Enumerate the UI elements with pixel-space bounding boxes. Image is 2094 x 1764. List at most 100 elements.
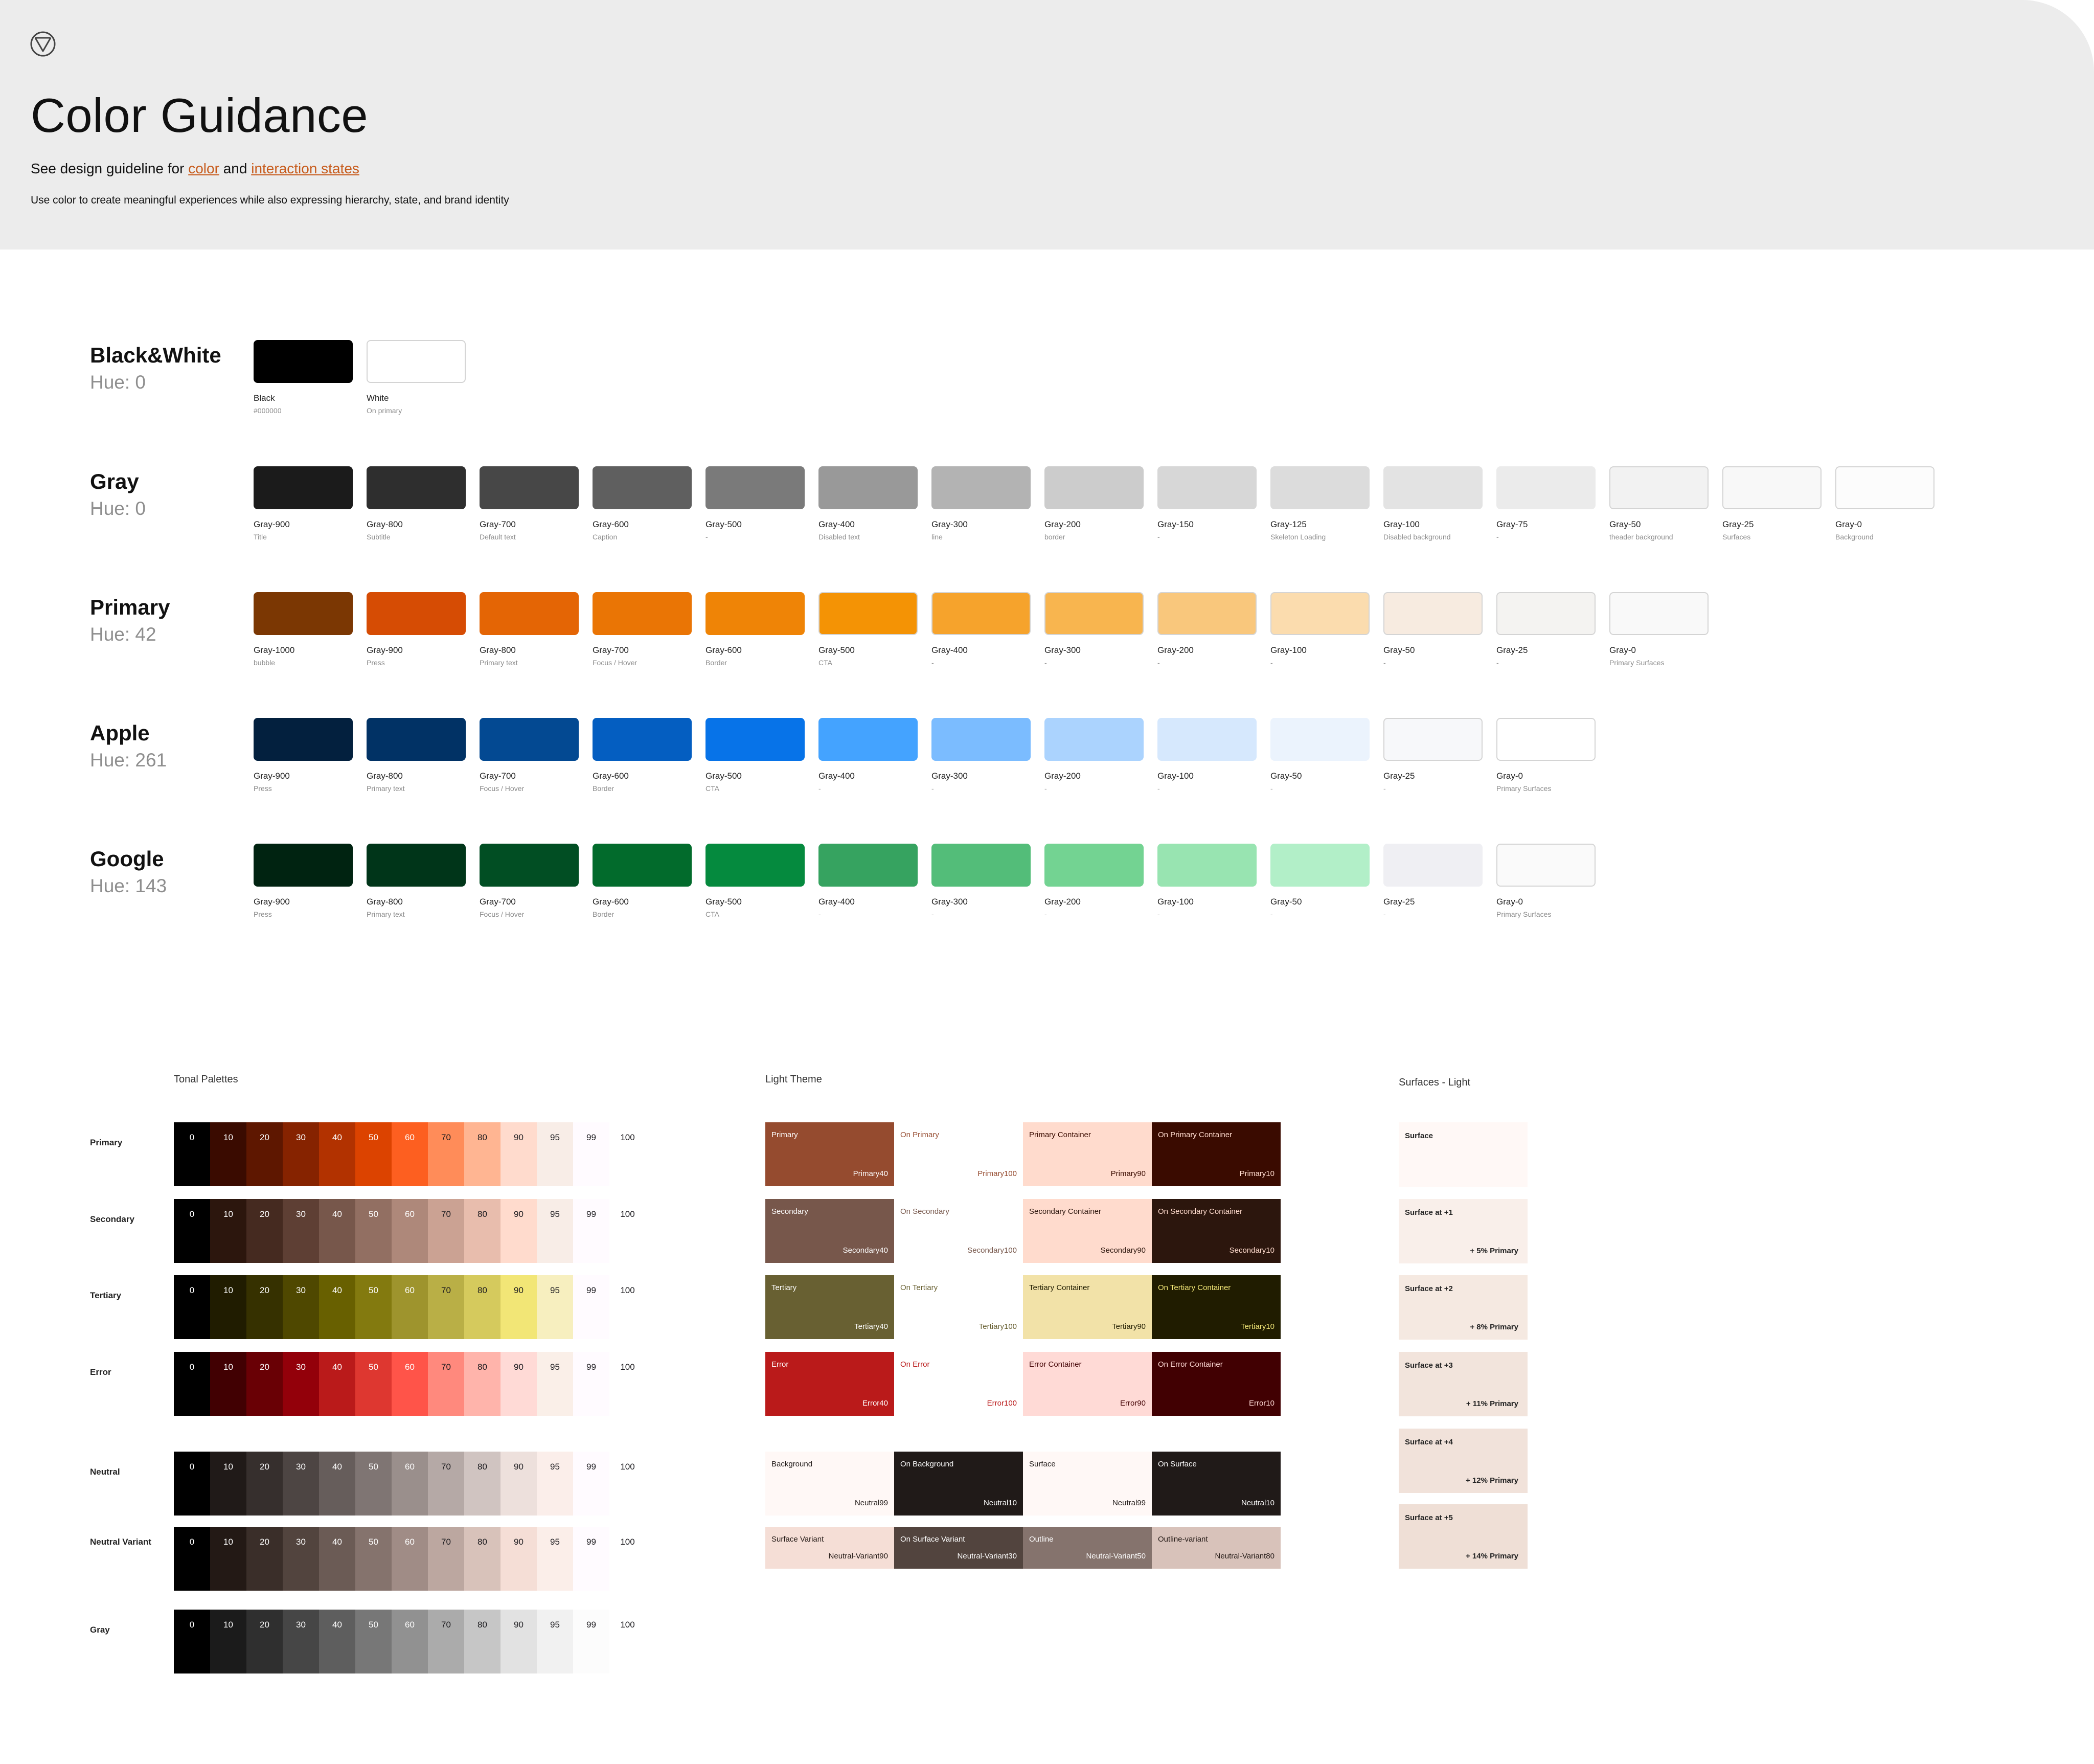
swatch-color[interactable] [1044, 466, 1144, 509]
tone-cell[interactable]: 20 [246, 1122, 283, 1186]
swatch-color[interactable] [254, 340, 353, 383]
tone-cell[interactable]: 70 [428, 1610, 464, 1673]
tone-cell[interactable]: 95 [537, 1527, 573, 1591]
tone-cell[interactable]: 50 [355, 1275, 392, 1339]
tone-cell[interactable]: 30 [283, 1352, 319, 1416]
tone-cell[interactable]: 20 [246, 1199, 283, 1263]
swatch-color[interactable] [1044, 718, 1144, 761]
color-swatch[interactable]: Gray-800 Subtitle [367, 466, 466, 541]
tone-cell[interactable]: 99 [573, 1527, 609, 1591]
color-swatch[interactable]: Gray-100 - [1157, 718, 1257, 793]
tone-cell[interactable]: 95 [537, 1610, 573, 1673]
tone-cell[interactable]: 40 [319, 1199, 355, 1263]
swatch-color[interactable] [1609, 466, 1709, 509]
swatch-color[interactable] [1157, 466, 1257, 509]
tone-cell[interactable]: 30 [283, 1275, 319, 1339]
color-swatch[interactable]: Gray-600 Border [593, 844, 692, 918]
color-swatch[interactable]: Gray-50 - [1383, 592, 1483, 667]
color-swatch[interactable]: Gray-25 - [1383, 718, 1483, 793]
swatch-color[interactable] [1157, 718, 1257, 761]
color-swatch[interactable]: Gray-25 - [1383, 844, 1483, 918]
swatch-color[interactable] [1270, 844, 1370, 887]
theme-role-on-error-container[interactable]: On Error Container Error10 [1152, 1352, 1281, 1416]
tone-cell[interactable]: 30 [283, 1199, 319, 1263]
swatch-color[interactable] [818, 718, 918, 761]
swatch-color[interactable] [367, 844, 466, 887]
color-swatch[interactable]: Gray-900 Press [254, 718, 353, 793]
tone-cell[interactable]: 40 [319, 1352, 355, 1416]
swatch-color[interactable] [705, 844, 805, 887]
swatch-color[interactable] [705, 592, 805, 635]
tone-cell[interactable]: 100 [609, 1199, 646, 1263]
swatch-color[interactable] [1383, 592, 1483, 635]
theme-role-secondary[interactable]: Secondary Secondary40 [765, 1199, 894, 1263]
tone-cell[interactable]: 0 [174, 1527, 210, 1591]
swatch-color[interactable] [1496, 592, 1596, 635]
tone-cell[interactable]: 99 [573, 1122, 609, 1186]
theme-role-secondary-container[interactable]: Secondary Container Secondary90 [1023, 1199, 1152, 1263]
swatch-color[interactable] [367, 340, 466, 383]
color-swatch[interactable]: Gray-700 Focus / Hover [593, 592, 692, 667]
tone-cell[interactable]: 99 [573, 1610, 609, 1673]
color-swatch[interactable]: Gray-200 - [1157, 592, 1257, 667]
tone-cell[interactable]: 10 [210, 1122, 246, 1186]
swatch-color[interactable] [931, 718, 1031, 761]
tone-cell[interactable]: 30 [283, 1527, 319, 1591]
color-swatch[interactable]: Gray-200 - [1044, 844, 1144, 918]
tone-cell[interactable]: 10 [210, 1452, 246, 1516]
interaction-states-link[interactable]: interaction states [251, 161, 359, 176]
tone-cell[interactable]: 10 [210, 1527, 246, 1591]
swatch-color[interactable] [1270, 592, 1370, 635]
tone-cell[interactable]: 10 [210, 1199, 246, 1263]
swatch-color[interactable] [931, 466, 1031, 509]
tone-cell[interactable]: 100 [609, 1527, 646, 1591]
tone-cell[interactable]: 60 [392, 1275, 428, 1339]
color-swatch[interactable]: Gray-0 Primary Surfaces [1609, 592, 1709, 667]
swatch-color[interactable] [705, 718, 805, 761]
theme-role-on-surface-variant[interactable]: On Surface Variant Neutral-Variant30 [894, 1527, 1023, 1569]
tone-cell[interactable]: 10 [210, 1275, 246, 1339]
theme-role-background[interactable]: Background Neutral99 [765, 1452, 894, 1516]
color-swatch[interactable]: Gray-0 Primary Surfaces [1496, 844, 1596, 918]
tone-cell[interactable]: 99 [573, 1352, 609, 1416]
color-swatch[interactable]: Gray-600 Caption [593, 466, 692, 541]
tone-cell[interactable]: 20 [246, 1610, 283, 1673]
tone-cell[interactable]: 70 [428, 1275, 464, 1339]
color-swatch[interactable]: Gray-900 Title [254, 466, 353, 541]
tone-cell[interactable]: 70 [428, 1527, 464, 1591]
color-swatch[interactable]: Gray-25 Surfaces [1722, 466, 1822, 541]
tone-cell[interactable]: 95 [537, 1199, 573, 1263]
swatch-color[interactable] [1722, 466, 1822, 509]
theme-role-error[interactable]: Error Error40 [765, 1352, 894, 1416]
surface-level-0[interactable]: Surface [1399, 1122, 1528, 1187]
swatch-color[interactable] [818, 592, 918, 635]
color-swatch[interactable]: Gray-700 Focus / Hover [480, 844, 579, 918]
tone-cell[interactable]: 100 [609, 1352, 646, 1416]
tone-cell[interactable]: 95 [537, 1122, 573, 1186]
surface-level-1[interactable]: Surface at +1 + 5% Primary [1399, 1199, 1528, 1263]
color-swatch[interactable]: Gray-75 - [1496, 466, 1596, 541]
theme-role-outline[interactable]: Outline Neutral-Variant50 [1023, 1527, 1152, 1569]
swatch-color[interactable] [1835, 466, 1934, 509]
color-swatch[interactable]: Gray-50 theader background [1609, 466, 1709, 541]
swatch-color[interactable] [593, 466, 692, 509]
tone-cell[interactable]: 80 [464, 1199, 500, 1263]
color-swatch[interactable]: Gray-900 Press [254, 844, 353, 918]
swatch-color[interactable] [1044, 592, 1144, 635]
swatch-color[interactable] [480, 718, 579, 761]
tone-cell[interactable]: 30 [283, 1122, 319, 1186]
swatch-color[interactable] [1609, 592, 1709, 635]
tone-cell[interactable]: 70 [428, 1199, 464, 1263]
tone-cell[interactable]: 20 [246, 1352, 283, 1416]
tone-cell[interactable]: 95 [537, 1452, 573, 1516]
theme-role-on-primary-container[interactable]: On Primary Container Primary10 [1152, 1122, 1281, 1186]
swatch-color[interactable] [480, 466, 579, 509]
color-swatch[interactable]: Gray-800 Primary text [367, 718, 466, 793]
swatch-color[interactable] [818, 466, 918, 509]
theme-role-outline-variant[interactable]: Outline-variant Neutral-Variant80 [1152, 1527, 1281, 1569]
tone-cell[interactable]: 0 [174, 1452, 210, 1516]
theme-role-tertiary-container[interactable]: Tertiary Container Tertiary90 [1023, 1275, 1152, 1339]
color-swatch[interactable]: Gray-900 Press [367, 592, 466, 667]
tone-cell[interactable]: 99 [573, 1199, 609, 1263]
color-swatch[interactable]: Gray-400 - [818, 844, 918, 918]
